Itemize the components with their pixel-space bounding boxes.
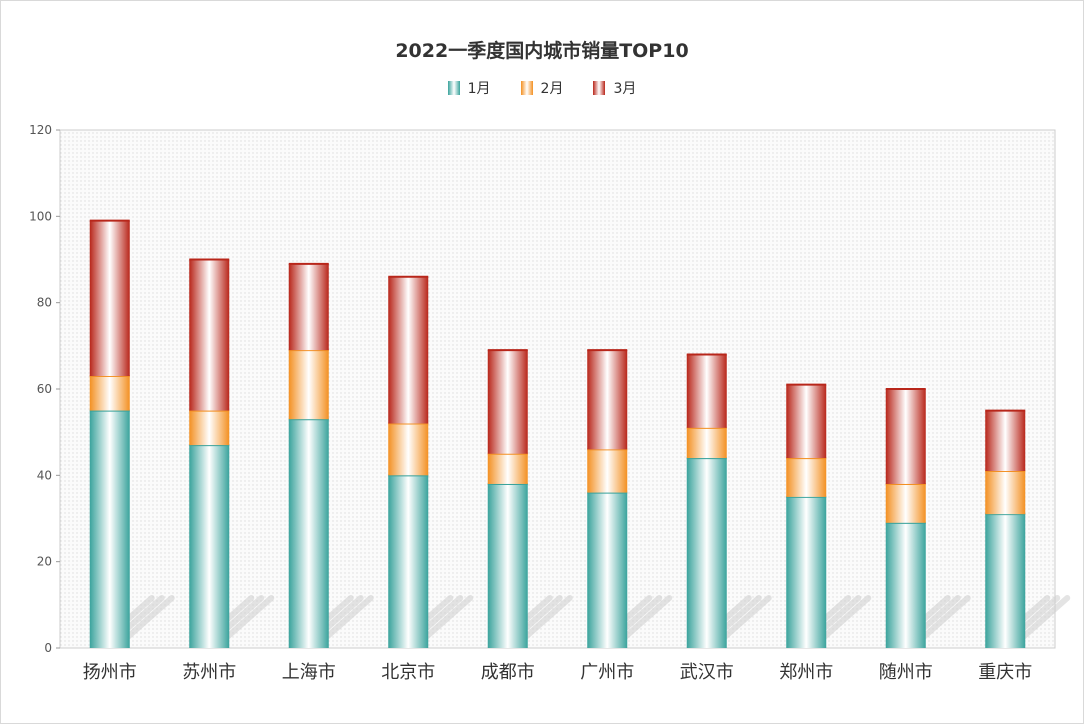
x-tick-label: 上海市 — [282, 662, 336, 683]
x-tick-label: 成都市 — [481, 662, 535, 683]
bar-segment-2[interactable] — [985, 471, 1026, 515]
x-tick-label: 郑州市 — [779, 662, 833, 683]
bar-segment-2[interactable] — [587, 449, 628, 493]
x-tick-label: 武汉市 — [680, 662, 734, 683]
y-tick-label: 80 — [37, 296, 52, 310]
stacked-bar-chart: 0 20 40 60 80 100 120 扬州市 苏州市 上海市 北京市 成都市 广州市 武汉市 郑州市 随… — [29, 123, 1071, 683]
bar-segment-3[interactable] — [786, 384, 827, 459]
bar-segment-1[interactable] — [587, 492, 628, 648]
bar-segment-3[interactable] — [288, 263, 329, 351]
bar-segment-3[interactable] — [487, 350, 528, 454]
bar-segment-2[interactable] — [89, 376, 130, 411]
bar-segment-1[interactable] — [89, 410, 130, 648]
y-tick-label: 0 — [44, 641, 52, 655]
bar-segment-2[interactable] — [885, 483, 926, 523]
bar-segment-3[interactable] — [89, 220, 130, 377]
bar-segment-3[interactable] — [985, 410, 1026, 472]
x-tick-label: 随州市 — [879, 662, 933, 683]
x-tick-label: 广州市 — [580, 662, 634, 683]
y-tick-label: 40 — [37, 468, 52, 482]
bar-segment-3[interactable] — [686, 354, 727, 428]
y-tick-label: 120 — [29, 123, 52, 137]
bar-segment-3[interactable] — [885, 389, 926, 484]
x-tick-label: 重庆市 — [978, 662, 1032, 683]
x-tick-label: 苏州市 — [182, 662, 236, 683]
bar-segment-3[interactable] — [587, 350, 628, 450]
y-tick-label: 60 — [37, 382, 52, 396]
y-tick-label: 20 — [37, 555, 52, 569]
x-tick-label: 扬州市 — [83, 662, 137, 683]
bar-segment-3[interactable] — [189, 259, 230, 411]
bar-segment-2[interactable] — [288, 350, 329, 420]
bar-segment-2[interactable] — [189, 410, 230, 446]
x-tick-label: 北京市 — [381, 662, 435, 683]
y-tick-label: 100 — [29, 209, 52, 223]
bar-segment-2[interactable] — [686, 427, 727, 459]
bar-segment-1[interactable] — [985, 514, 1026, 648]
bar-segment-1[interactable] — [288, 419, 329, 648]
bar-segment-1[interactable] — [885, 522, 926, 648]
bar-segment-2[interactable] — [786, 458, 827, 497]
bar-segment-1[interactable] — [786, 496, 827, 648]
bar-segment-1[interactable] — [388, 475, 429, 648]
bar-segment-1[interactable] — [487, 483, 528, 648]
bar-segment-2[interactable] — [487, 453, 528, 484]
bar-segment-1[interactable] — [189, 445, 230, 648]
bar-segment-1[interactable] — [686, 458, 727, 648]
bar-segment-2[interactable] — [388, 423, 429, 476]
bar-segment-3[interactable] — [388, 276, 429, 424]
